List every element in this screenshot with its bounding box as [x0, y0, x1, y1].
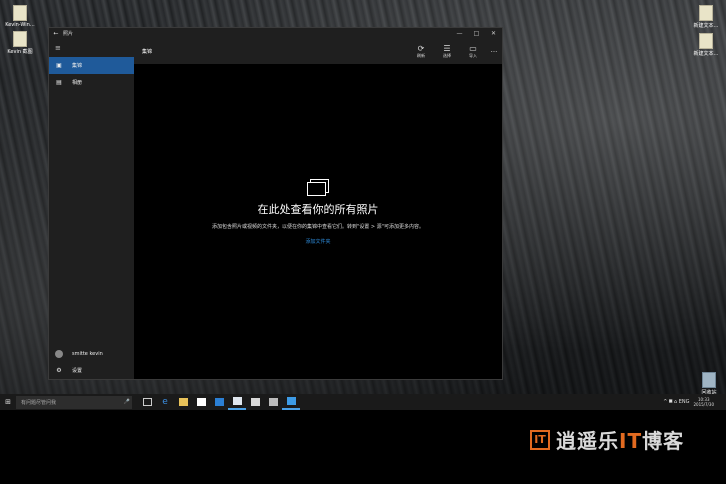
task-view-icon	[142, 398, 152, 406]
taskbar-store[interactable]	[192, 394, 210, 410]
taskbar-edge[interactable]: e	[156, 394, 174, 410]
more-options-button[interactable]: ···	[486, 48, 502, 56]
file-icon	[13, 31, 27, 47]
empty-state-description: 添加包含照片或视频的文件夹，以便在你的集锦中查看它们。转到"设置 > 源"可添加…	[212, 224, 424, 230]
album-icon: ▤	[56, 79, 62, 86]
logo-text-b: 博客	[642, 429, 685, 453]
text-file-icon	[699, 33, 713, 49]
refresh-icon: ⟳	[417, 44, 425, 53]
window-body: ≡ ▣ 集锦 ▤ 相册 smitte kevin ⚙ 设置 集锦 ⟳ 刷新 ☰ …	[49, 39, 502, 379]
page-title: 集锦	[142, 49, 153, 55]
search-box[interactable]: 有问题尽管问我 🎤	[16, 395, 132, 409]
account-button[interactable]: smitte kevin	[49, 345, 134, 362]
store-icon	[196, 398, 206, 406]
empty-state: 在此处查看你的所有照片 添加包含照片或视频的文件夹，以便在你的集锦中查看它们。转…	[134, 179, 502, 245]
add-folder-link[interactable]: 添加文件夹	[134, 238, 502, 245]
close-button[interactable]: ✕	[485, 30, 502, 37]
taskbar: ⊞ 有问题尽管问我 🎤 e ^ 𝄜 ⌂ ENG 10:33 2015/7/30	[0, 394, 726, 410]
refresh-label: 刷新	[417, 53, 425, 58]
collection-icon: ▣	[56, 62, 62, 69]
main-content: 集锦 ⟳ 刷新 ☰ 选择 ▭ 导入 ··· 在此处查看你的所有照片 添加包含照片…	[134, 39, 502, 379]
taskbar-explorer[interactable]	[174, 394, 192, 410]
desktop-icon-label: 新建文本…	[693, 23, 719, 29]
tray-icons[interactable]: ^ 𝄜 ⌂ ENG	[663, 399, 689, 405]
mail-icon	[250, 398, 260, 406]
desktop-icon-kevin-win[interactable]: Kevin-Win…	[0, 5, 40, 28]
gear-icon: ⚙	[56, 367, 62, 374]
watermark-logo: IT 逍遥乐IT博客	[530, 425, 684, 454]
import-icon: ▭	[469, 44, 477, 53]
sidebar-item-albums[interactable]: ▤ 相册	[49, 74, 134, 91]
taskbar-app-1[interactable]	[210, 394, 228, 410]
photos-app-window: ← 照片 — □ ✕ ≡ ▣ 集锦 ▤ 相册 smitte kevin ⚙ 设置…	[48, 27, 503, 380]
command-bar: 集锦 ⟳ 刷新 ☰ 选择 ▭ 导入 ···	[134, 39, 502, 64]
taskbar-app-2[interactable]	[246, 394, 264, 410]
settings-label: 设置	[72, 368, 83, 374]
task-view-button[interactable]	[138, 394, 156, 410]
recycle-bin-icon	[702, 372, 716, 388]
search-placeholder: 有问题尽管问我	[21, 399, 57, 406]
sidebar-item-collection[interactable]: ▣ 集锦	[49, 57, 134, 74]
sidebar-item-label: 相册	[72, 80, 83, 86]
minimize-button[interactable]: —	[451, 30, 468, 37]
import-button[interactable]: ▭ 导入	[460, 44, 486, 59]
avatar	[55, 349, 63, 358]
logo-mark: IT	[530, 429, 550, 450]
sidebar: ≡ ▣ 集锦 ▤ 相册 smitte kevin ⚙ 设置	[49, 39, 134, 379]
microphone-icon[interactable]: 🎤	[122, 399, 132, 405]
system-tray: ^ 𝄜 ⌂ ENG 10:33 2015/7/30	[663, 397, 726, 407]
clock[interactable]: 10:33 2015/7/30	[693, 397, 722, 407]
back-button[interactable]: ←	[49, 30, 63, 37]
sidebar-bottom: smitte kevin ⚙ 设置	[49, 345, 134, 379]
hamburger-icon: ≡	[55, 44, 61, 52]
logo-text-it: IT	[619, 429, 643, 453]
sidebar-item-label: 集锦	[72, 63, 83, 69]
desktop-icon-label: 新建文本…	[693, 51, 719, 57]
folder-icon	[178, 398, 188, 406]
empty-state-title: 在此处查看你的所有照片	[257, 203, 379, 216]
photos-taskbar-icon	[232, 397, 242, 405]
desktop-icon-label: Kevin-Win…	[5, 22, 35, 28]
desktop-icon-new-text-2[interactable]: 新建文本…	[686, 33, 726, 57]
clock-date: 2015/7/30	[693, 402, 714, 407]
settings-app-icon	[286, 397, 296, 405]
start-button[interactable]: ⊞	[0, 398, 16, 406]
import-label: 导入	[469, 53, 477, 58]
photos-icon	[307, 179, 329, 196]
select-icon: ☰	[443, 44, 451, 53]
maximize-button[interactable]: □	[468, 30, 485, 37]
window-title: 照片	[63, 31, 74, 37]
window-titlebar: ← 照片 — □ ✕	[49, 28, 502, 39]
desktop-icon-label: Kevin 截图	[7, 49, 33, 55]
desktop-icon-kevin-screenshot[interactable]: Kevin 截图	[0, 31, 40, 55]
account-name: smitte kevin	[72, 350, 103, 357]
taskbar-photos[interactable]	[228, 394, 246, 410]
hamburger-menu-button[interactable]: ≡	[49, 39, 134, 57]
app-icon	[214, 398, 224, 406]
logo-text: 逍遥乐IT博客	[556, 425, 684, 454]
settings-button[interactable]: ⚙ 设置	[49, 362, 134, 379]
text-file-icon	[699, 5, 713, 21]
desktop-icon-new-text-1[interactable]: 新建文本…	[686, 5, 726, 29]
select-button[interactable]: ☰ 选择	[434, 44, 460, 59]
logo-text-a: 逍遥乐	[556, 429, 619, 453]
taskbar-app-3[interactable]	[264, 394, 282, 410]
desktop-icon-recycle-bin[interactable]: 回收站	[694, 372, 724, 396]
select-label: 选择	[443, 53, 451, 58]
file-icon	[13, 5, 27, 21]
edge-browser-icon: e	[162, 397, 168, 407]
taskbar-app-4[interactable]	[282, 394, 300, 410]
paint-icon	[268, 398, 278, 406]
refresh-button[interactable]: ⟳ 刷新	[408, 44, 434, 59]
